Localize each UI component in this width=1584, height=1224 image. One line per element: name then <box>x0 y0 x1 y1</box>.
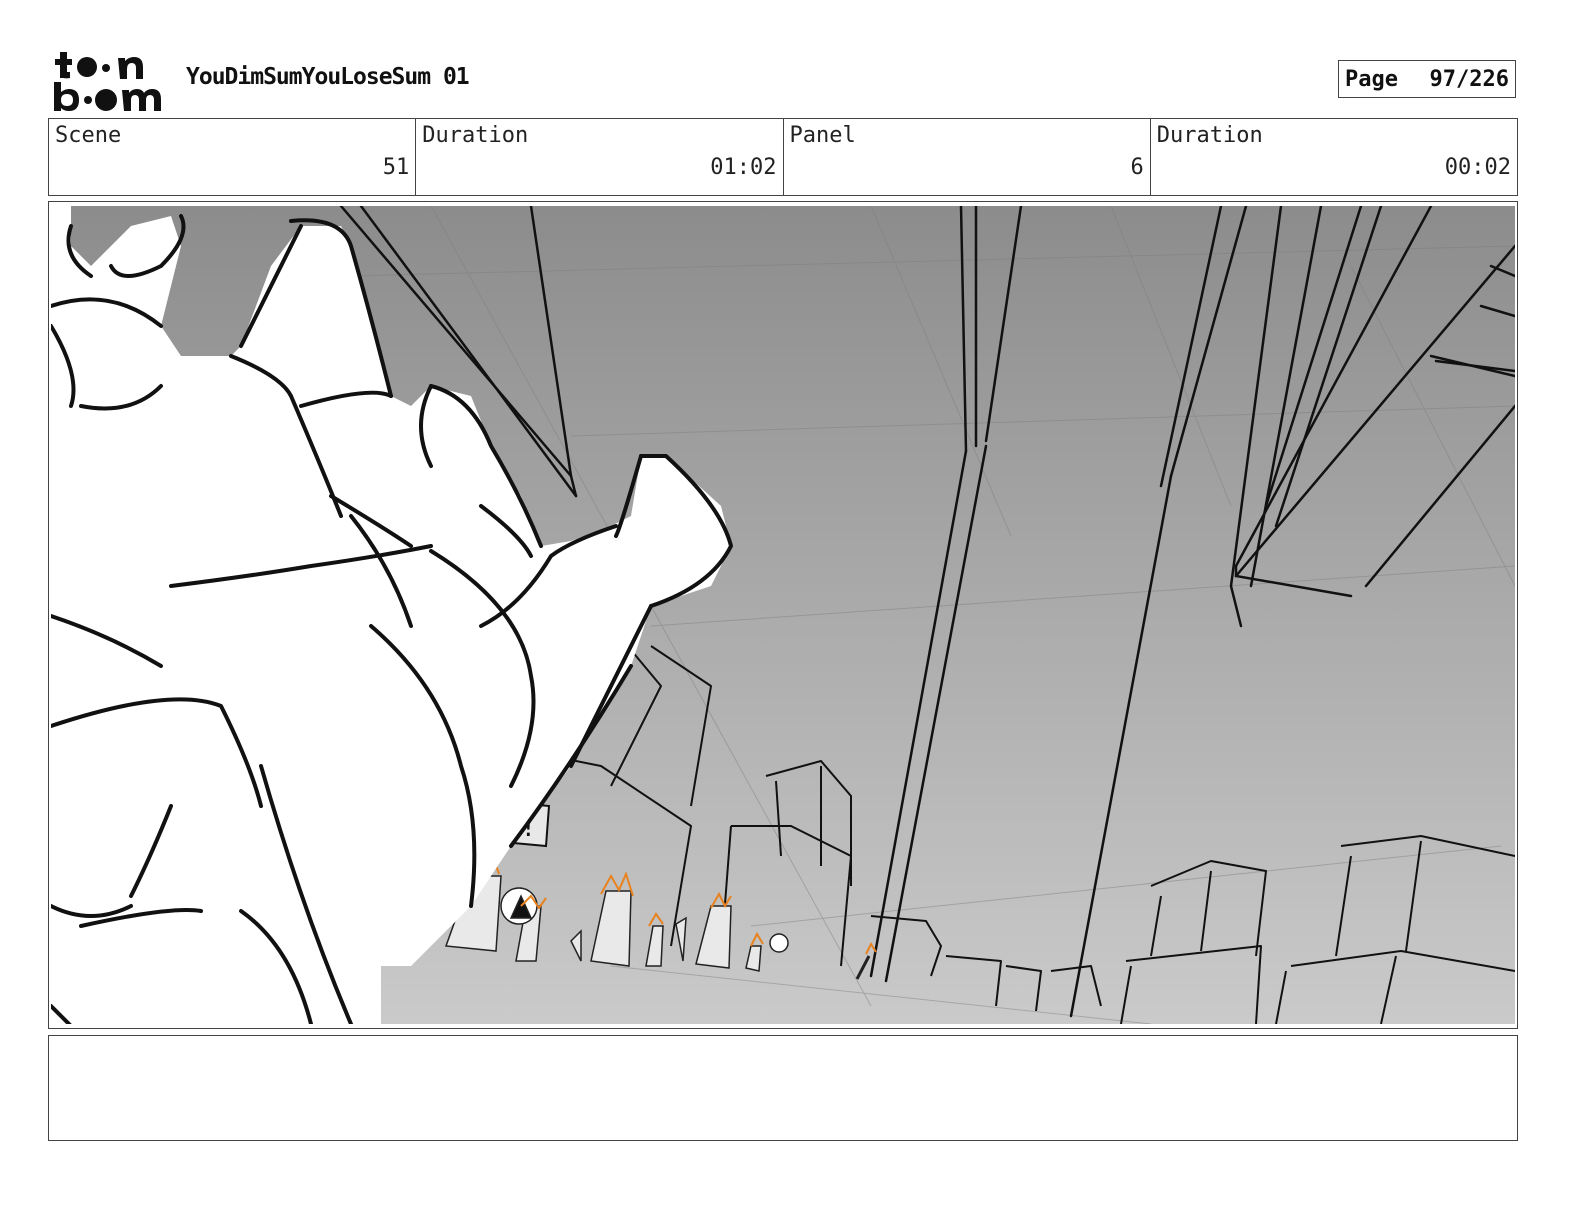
panel-drawing: R! <box>51 206 1515 1024</box>
panel-info-row: Scene 51 Duration 01:02 Panel 6 Duration… <box>48 118 1518 196</box>
panel-value: 6 <box>1130 155 1144 180</box>
panel-duration-value: 00:02 <box>1444 155 1511 180</box>
scene-value: 51 <box>382 155 410 180</box>
panel-cell: Panel 6 <box>784 119 1151 195</box>
panel-notes <box>48 1035 1518 1141</box>
page-indicator: Page 97/226 <box>1338 60 1516 98</box>
scene-cell: Scene 51 <box>49 119 417 195</box>
page-number: 97/226 <box>1429 66 1509 92</box>
panel-label: Panel <box>789 123 856 148</box>
storyboard-panel: R! <box>48 201 1518 1029</box>
page-label: Page <box>1345 66 1398 92</box>
project-title: YouDimSumYouLoseSum 01 <box>186 64 470 90</box>
scene-duration-label: Duration <box>422 123 529 148</box>
scene-label: Scene <box>55 123 122 148</box>
panel-duration-cell: Duration 00:02 <box>1151 119 1517 195</box>
scene-duration-value: 01:02 <box>710 155 777 180</box>
scene-duration-cell: Duration 01:02 <box>416 119 784 195</box>
panel-duration-label: Duration <box>1156 123 1263 148</box>
toon-boom-logo <box>54 52 161 111</box>
